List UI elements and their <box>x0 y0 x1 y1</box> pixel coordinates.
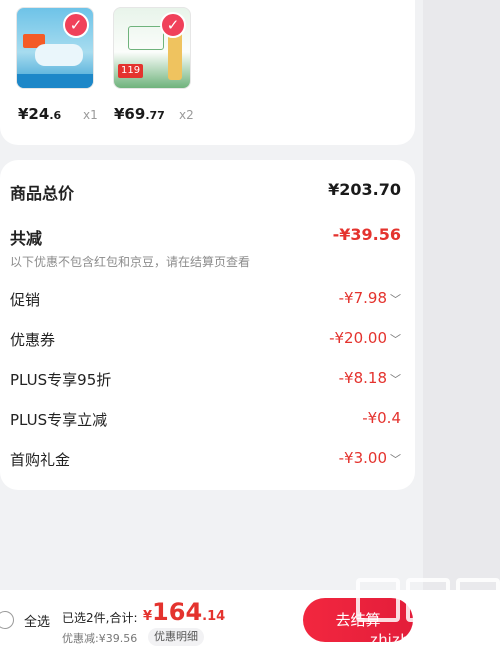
price-decimal: .77 <box>145 109 165 122</box>
check-icon[interactable]: ✓ <box>160 12 186 38</box>
checkout-button[interactable]: 去结算 <box>303 598 413 642</box>
product-quantity-2: x2 <box>179 108 194 122</box>
product-thumbnail-1[interactable]: ✓ <box>16 7 94 89</box>
selected-products-card: ✓ 119 ✓ ¥24.6 x1 ¥69.77 x2 <box>0 0 415 145</box>
discount-amount: -¥7.98 <box>338 289 387 307</box>
product-quantity-1: x1 <box>83 108 98 122</box>
chevron-down-icon[interactable]: ﹀ <box>390 331 401 347</box>
discount-amount: -¥20.00 <box>329 329 387 347</box>
product-price-1: ¥24.6 <box>18 105 61 123</box>
grand-total-decimal: .14 <box>202 609 226 624</box>
discount-value: -¥7.98 ﹀ <box>339 289 401 307</box>
product-price-2: ¥69.77 <box>114 105 165 123</box>
chevron-down-icon[interactable]: ﹀ <box>390 371 401 387</box>
price-decimal: .6 <box>49 109 62 122</box>
chevron-down-icon[interactable]: ﹀ <box>390 291 401 307</box>
price-integer: ¥24 <box>18 105 50 123</box>
discount-row-first-purchase[interactable]: 首购礼金 -¥3.00 ﹀ <box>10 447 401 473</box>
check-icon[interactable]: ✓ <box>63 12 89 38</box>
discount-row-plus-95[interactable]: PLUS专享95折 -¥8.18 ﹀ <box>10 367 401 393</box>
discount-detail-button[interactable]: 优惠明细 <box>148 628 204 646</box>
grand-total: ¥164.14 <box>143 598 225 626</box>
product-image-footer <box>17 74 93 88</box>
total-price-value: ¥203.70 <box>328 180 401 199</box>
total-reduce-value: -¥39.56 <box>332 225 401 244</box>
product-image-tag: 119 <box>118 64 144 78</box>
background-strip <box>423 0 500 658</box>
discount-amount: -¥3.00 <box>338 449 387 467</box>
cart-checkout-page: ✓ 119 ✓ ¥24.6 x1 ¥69.77 x2 商品总价 ¥203.70 … <box>0 0 500 658</box>
price-integer: ¥69 <box>114 105 146 123</box>
select-all-label[interactable]: 全选 <box>24 611 50 630</box>
grand-total-integer: 164 <box>152 598 203 626</box>
discount-label: 优惠券 <box>10 331 56 349</box>
discount-amount: -¥0.4 <box>362 409 401 427</box>
discount-summary-text: 优惠减:¥39.56 <box>62 632 138 645</box>
discount-row-plus-reduce: PLUS专享立减 -¥0.4 <box>10 407 401 433</box>
discount-amount: -¥8.18 <box>338 369 387 387</box>
total-price-label: 商品总价 <box>10 184 75 203</box>
discount-value: -¥3.00 ﹀ <box>339 449 401 467</box>
discount-row-coupon[interactable]: 优惠券 -¥20.00 ﹀ <box>10 327 401 353</box>
radio-unchecked-icon[interactable] <box>0 611 14 629</box>
product-image-text-block <box>128 26 164 50</box>
grand-total-currency: ¥ <box>143 609 153 624</box>
discount-label: PLUS专享立减 <box>10 411 108 429</box>
chevron-down-icon[interactable]: ﹀ <box>390 451 401 467</box>
total-reduce-row: 共减 -¥39.56 <box>10 223 401 249</box>
discount-value: -¥0.4 <box>362 409 401 427</box>
checkout-bar: 全选 已选2件,合计: ¥164.14 优惠减:¥39.56 优惠明细 去结算 <box>0 590 500 658</box>
discount-value: -¥8.18 ﹀ <box>339 369 401 387</box>
discount-note: 以下优惠不包含红包和京豆，请在结算页查看 <box>10 255 251 269</box>
discount-label: PLUS专享95折 <box>10 371 112 389</box>
total-price-row: 商品总价 ¥203.70 <box>10 178 401 204</box>
discount-label: 促销 <box>10 291 41 309</box>
discount-value: -¥20.00 ﹀ <box>329 329 401 347</box>
discount-row-promotion[interactable]: 促销 -¥7.98 ﹀ <box>10 287 401 313</box>
selected-count-text: 已选2件,合计: <box>62 611 138 625</box>
product-thumbnail-2[interactable]: 119 ✓ <box>113 7 191 89</box>
product-image-shape <box>35 44 83 66</box>
price-summary-card: 商品总价 ¥203.70 共减 -¥39.56 以下优惠不包含红包和京豆，请在结… <box>0 160 415 490</box>
total-reduce-label: 共减 <box>10 229 43 248</box>
discount-label: 首购礼金 <box>10 451 71 469</box>
